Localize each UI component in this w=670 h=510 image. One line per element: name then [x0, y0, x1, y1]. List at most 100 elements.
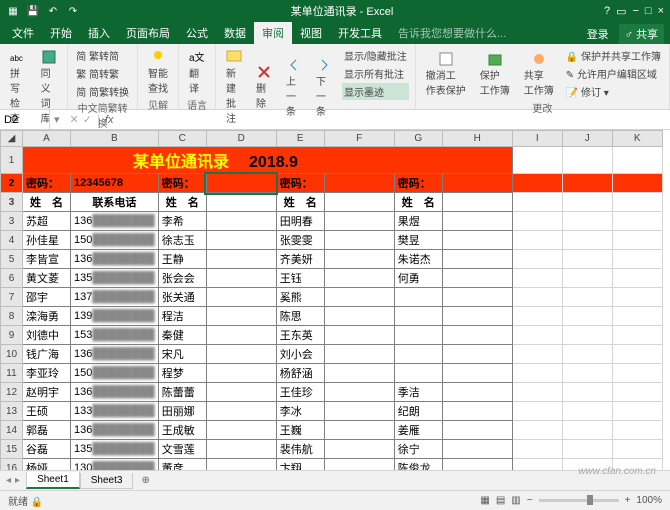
- cell[interactable]: 136████████: [71, 212, 159, 231]
- cell[interactable]: 谷磊: [23, 440, 71, 459]
- cell[interactable]: [324, 421, 394, 440]
- row-1[interactable]: 1: [1, 147, 23, 174]
- cell[interactable]: 136████████: [71, 345, 159, 364]
- hdr-phone[interactable]: 联系电话: [71, 193, 159, 212]
- cell[interactable]: 纪朗: [394, 402, 442, 421]
- cell[interactable]: 135████████: [71, 269, 159, 288]
- cell[interactable]: 杨娅: [23, 459, 71, 471]
- cell[interactable]: 齐美妍: [276, 250, 324, 269]
- cell[interactable]: [442, 345, 512, 364]
- name-box[interactable]: D2: [0, 110, 50, 129]
- cell[interactable]: [206, 383, 276, 402]
- sheet-nav-next-icon[interactable]: ▸: [15, 475, 20, 486]
- cancel-icon[interactable]: ✕: [70, 113, 79, 126]
- cell[interactable]: 王硕: [23, 402, 71, 421]
- cell[interactable]: 田丽娜: [158, 402, 206, 421]
- hdr-name-2[interactable]: 姓 名: [158, 193, 206, 212]
- hdr-name-1[interactable]: 姓 名: [23, 193, 71, 212]
- cell[interactable]: 136████████: [71, 421, 159, 440]
- pwd-label-3[interactable]: 密码：: [276, 174, 324, 193]
- cell[interactable]: [442, 269, 512, 288]
- row-3[interactable]: 3: [1, 212, 23, 231]
- cell[interactable]: 杨舒涵: [276, 364, 324, 383]
- pwd-label-2[interactable]: 密码：: [158, 174, 206, 193]
- cell[interactable]: [206, 250, 276, 269]
- cell[interactable]: [394, 345, 442, 364]
- row-11[interactable]: 11: [1, 364, 23, 383]
- cell[interactable]: [324, 307, 394, 326]
- track-changes[interactable]: 📝 修订 ▾: [564, 83, 663, 100]
- sheet-title[interactable]: 某单位通讯录2018.9: [23, 147, 513, 174]
- col-a[interactable]: A: [23, 131, 71, 147]
- col-f[interactable]: F: [324, 131, 394, 147]
- cell[interactable]: [206, 212, 276, 231]
- cell[interactable]: 150████████: [71, 364, 159, 383]
- col-e[interactable]: E: [276, 131, 324, 147]
- cell[interactable]: 153████████: [71, 326, 159, 345]
- cell[interactable]: 果煜: [394, 212, 442, 231]
- cell[interactable]: 陈俊龙: [394, 459, 442, 471]
- cell[interactable]: 王佳珍: [276, 383, 324, 402]
- cell[interactable]: 徐志玉: [158, 231, 206, 250]
- tab-data[interactable]: 数据: [216, 22, 254, 44]
- cell[interactable]: [394, 307, 442, 326]
- trad-to-simp[interactable]: 简 繁转简: [74, 47, 131, 64]
- select-all-corner[interactable]: ◢: [1, 131, 23, 147]
- cell[interactable]: [324, 440, 394, 459]
- tab-insert[interactable]: 插入: [80, 22, 118, 44]
- col-g[interactable]: G: [394, 131, 442, 147]
- cell[interactable]: 邵宇: [23, 288, 71, 307]
- login-button[interactable]: 登录: [581, 24, 615, 44]
- cell[interactable]: 李亚玲: [23, 364, 71, 383]
- cell-d2-selected[interactable]: [206, 174, 276, 193]
- smart-lookup-button[interactable]: 智能 查找: [144, 47, 172, 97]
- cell[interactable]: 何勇: [394, 269, 442, 288]
- cell[interactable]: 张会会: [158, 269, 206, 288]
- pwd-label-4[interactable]: 密码：: [394, 174, 442, 193]
- cell[interactable]: [324, 231, 394, 250]
- name-box-dropdown-icon[interactable]: ▾: [50, 113, 64, 126]
- cell[interactable]: [442, 250, 512, 269]
- cell[interactable]: 王钰: [276, 269, 324, 288]
- sheet-tab-1[interactable]: Sheet1: [26, 472, 80, 489]
- sheet-nav-prev-icon[interactable]: ◂: [6, 475, 11, 486]
- show-hide-comment[interactable]: 显示/隐藏批注: [342, 47, 409, 64]
- hdr-name-3[interactable]: 姓 名: [276, 193, 324, 212]
- delete-comment-button[interactable]: 删除: [252, 47, 276, 127]
- cell[interactable]: 苏超: [23, 212, 71, 231]
- cell[interactable]: [442, 459, 512, 471]
- cell[interactable]: [324, 345, 394, 364]
- cell[interactable]: 徐宁: [394, 440, 442, 459]
- col-k[interactable]: K: [612, 131, 662, 147]
- maximize-icon[interactable]: □: [645, 5, 652, 18]
- cell[interactable]: 朱诺杰: [394, 250, 442, 269]
- row-14[interactable]: 14: [1, 421, 23, 440]
- fx-icon[interactable]: fx: [98, 114, 120, 126]
- cell[interactable]: [442, 440, 512, 459]
- cell[interactable]: 张雯雯: [276, 231, 324, 250]
- cell[interactable]: [442, 212, 512, 231]
- pwd-value[interactable]: 12345678: [71, 174, 159, 193]
- share-button[interactable]: ♂ 共享: [619, 24, 664, 44]
- cell[interactable]: [442, 326, 512, 345]
- cell[interactable]: 陈蕾蕾: [158, 383, 206, 402]
- row-2[interactable]: 2: [1, 174, 23, 193]
- cell[interactable]: [324, 326, 394, 345]
- row-16[interactable]: 16: [1, 459, 23, 471]
- cell[interactable]: 赵明宇: [23, 383, 71, 402]
- protect-workbook-button[interactable]: 保护 工作簿: [476, 47, 514, 100]
- sheet-tab-3[interactable]: Sheet3: [80, 473, 134, 489]
- tab-review[interactable]: 审阅: [254, 22, 292, 44]
- enter-icon[interactable]: ✓: [83, 113, 92, 126]
- tell-me[interactable]: 告诉我您想要做什么...: [390, 22, 514, 44]
- cell[interactable]: 133████████: [71, 402, 159, 421]
- redo-icon[interactable]: ↷: [66, 4, 80, 18]
- row-7[interactable]: 7: [1, 288, 23, 307]
- cell[interactable]: 宋凡: [158, 345, 206, 364]
- tab-dev[interactable]: 开发工具: [330, 22, 390, 44]
- row-9[interactable]: 9: [1, 326, 23, 345]
- cell[interactable]: [394, 326, 442, 345]
- protect-share-workbook[interactable]: 🔒 保护并共享工作簿: [564, 47, 663, 64]
- cell[interactable]: 张关通: [158, 288, 206, 307]
- row-6[interactable]: 6: [1, 269, 23, 288]
